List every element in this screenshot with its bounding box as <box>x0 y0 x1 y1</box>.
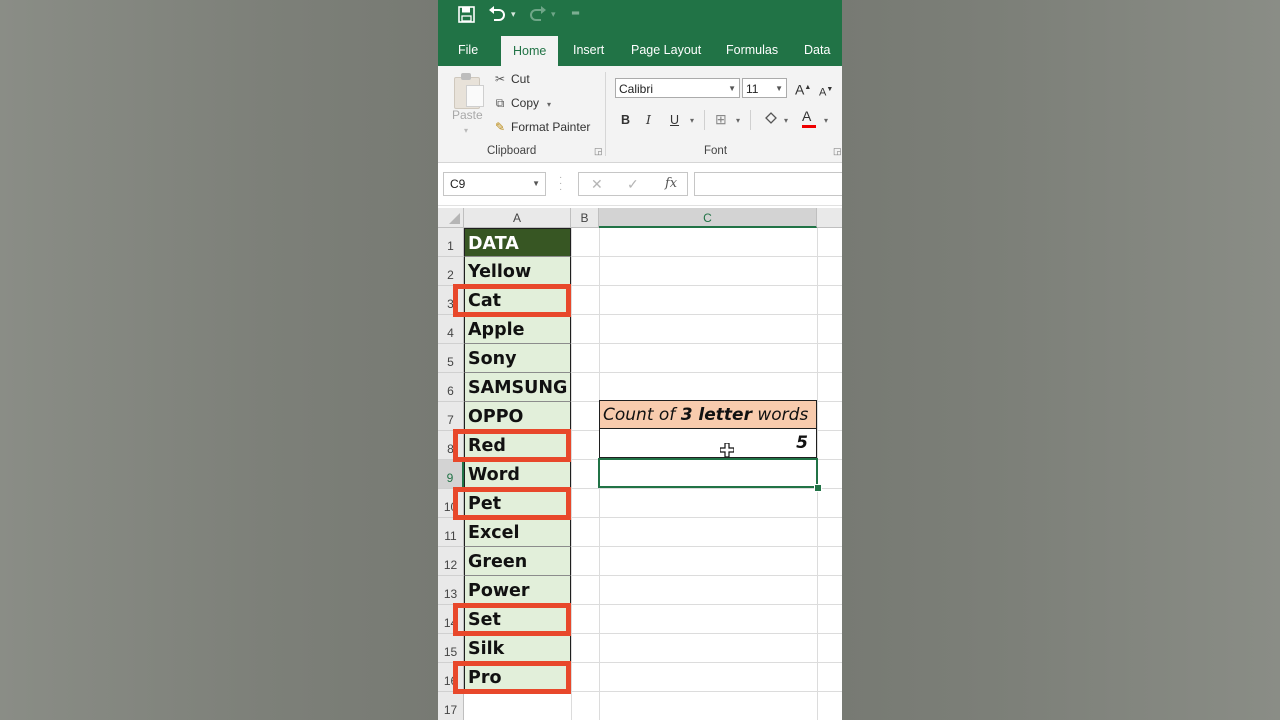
scissors-icon: ✂ <box>494 72 506 86</box>
column-header-c[interactable]: C <box>599 208 817 228</box>
fill-handle[interactable] <box>814 484 822 492</box>
cut-button[interactable]: ✂ Cut <box>492 72 530 86</box>
column-header-b[interactable]: B <box>571 208 599 228</box>
enter-icon[interactable]: ✓ <box>627 173 639 195</box>
cancel-icon[interactable]: ✕ <box>591 173 603 195</box>
borders-icon[interactable]: ⊞ <box>715 110 727 128</box>
format-painter-button[interactable]: ✎ Format Painter <box>492 120 590 134</box>
formula-buttons: ✕ ✓ fx <box>578 172 688 196</box>
undo-dropdown-icon[interactable]: ▾ <box>511 9 516 20</box>
highlight-box <box>453 603 571 636</box>
shrink-font-button[interactable]: A▼ <box>819 81 833 102</box>
column-header-a[interactable]: A <box>464 208 571 228</box>
tab-insert[interactable]: Insert <box>573 34 604 66</box>
chevron-down-icon: ▼ <box>728 84 736 93</box>
tab-data[interactable]: Data <box>804 34 830 66</box>
row-header[interactable]: 13 <box>438 576 464 605</box>
row-header[interactable]: 15 <box>438 634 464 663</box>
data-cell[interactable]: Yellow <box>464 257 571 286</box>
row-header[interactable]: 11 <box>438 518 464 547</box>
data-cell[interactable]: Apple <box>464 315 571 344</box>
tab-home[interactable]: Home <box>501 36 559 66</box>
fill-color-icon[interactable] <box>763 110 779 133</box>
fill-color-dropdown-icon[interactable]: ▾ <box>784 112 788 130</box>
paste-dropdown-icon[interactable]: ▾ <box>464 126 468 135</box>
customize-qat-icon[interactable]: ═ <box>572 8 579 19</box>
result-cell-c8[interactable]: 5 <box>599 429 817 458</box>
bold-button[interactable]: B <box>621 111 630 129</box>
row-header[interactable]: 7 <box>438 402 464 431</box>
highlight-box <box>453 429 571 462</box>
data-cell[interactable]: Word <box>464 460 571 489</box>
row-header[interactable]: 9 <box>438 460 464 489</box>
highlight-box <box>453 661 571 694</box>
borders-dropdown-icon[interactable]: ▾ <box>736 112 740 130</box>
header-cell-a1[interactable]: DATA <box>464 228 571 257</box>
excel-window: ▾ ▾ ═ File Home Insert Page Layout Formu… <box>438 0 842 720</box>
formula-input[interactable] <box>694 172 842 196</box>
font-color-dropdown-icon[interactable]: ▾ <box>824 112 828 130</box>
row-header[interactable]: 12 <box>438 547 464 576</box>
ribbon-home: Paste ▾ ✂ Cut ⧉ Copy ▾ ✎ Format Painter Clip… <box>438 66 842 163</box>
paste-button[interactable]: Paste <box>452 108 483 122</box>
chevron-down-icon: ▼ <box>775 84 783 93</box>
copy-button[interactable]: ⧉ Copy ▾ <box>492 96 551 111</box>
row-header[interactable]: 5 <box>438 344 464 373</box>
grow-font-button[interactable]: A▲ <box>795 79 811 99</box>
paste-icon[interactable] <box>454 73 484 109</box>
group-separator <box>605 72 606 156</box>
label-cell-c7[interactable]: Count of 3 letter words <box>599 400 817 429</box>
formula-bar: C9 ▼ · · · ✕ ✓ fx <box>438 163 842 206</box>
save-icon[interactable] <box>458 6 475 29</box>
data-cell[interactable]: Sony <box>464 344 571 373</box>
gridline <box>571 228 572 720</box>
row-header[interactable]: 4 <box>438 315 464 344</box>
copy-dropdown-icon[interactable]: ▾ <box>547 100 551 109</box>
select-all-button[interactable] <box>438 208 464 228</box>
background-left <box>0 0 438 720</box>
insert-function-icon[interactable]: fx <box>665 173 677 195</box>
data-cell[interactable]: Green <box>464 547 571 576</box>
tab-formulas[interactable]: Formulas <box>726 34 778 66</box>
chevron-down-icon: ▼ <box>532 179 540 188</box>
resize-handle-icon[interactable]: · · · <box>559 173 562 195</box>
row-header[interactable]: 2 <box>438 257 464 286</box>
undo-icon[interactable] <box>488 6 506 28</box>
copy-icon: ⧉ <box>495 96 505 110</box>
font-color-icon[interactable]: A <box>802 108 816 128</box>
redo-icon[interactable] <box>529 6 547 28</box>
redo-dropdown-icon[interactable]: ▾ <box>551 9 556 20</box>
row-header[interactable]: 17 <box>438 692 464 720</box>
highlight-box <box>453 284 571 317</box>
data-cell[interactable]: SAMSUNG <box>464 373 571 402</box>
worksheet-grid[interactable]: A B C 123456789101112131415161718DATAYel… <box>438 208 842 720</box>
active-cell-c9[interactable] <box>598 458 818 488</box>
column-header-d[interactable] <box>817 208 842 228</box>
clipboard-group-label: Clipboard <box>487 145 537 157</box>
ribbon-tabs: File Home Insert Page Layout Formulas Da… <box>438 34 842 66</box>
data-cell[interactable]: Silk <box>464 634 571 663</box>
data-cell[interactable]: Power <box>464 576 571 605</box>
row-header[interactable]: 6 <box>438 373 464 402</box>
clipboard-launcher-icon[interactable]: ◲ <box>594 146 603 157</box>
data-cell[interactable]: Excel <box>464 518 571 547</box>
background-right <box>842 0 1280 720</box>
quick-access-toolbar: ▾ ▾ ═ <box>438 0 842 34</box>
paintbrush-icon: ✎ <box>494 120 506 134</box>
font-launcher-icon[interactable]: ◲ <box>833 146 842 157</box>
font-family-select[interactable]: Calibri ▼ <box>615 78 740 98</box>
underline-dropdown-icon[interactable]: ▾ <box>690 112 694 130</box>
highlight-box <box>453 487 571 520</box>
tab-file[interactable]: File <box>458 34 478 66</box>
row-header[interactable]: 1 <box>438 228 464 257</box>
underline-button[interactable]: U <box>670 111 679 129</box>
name-box[interactable]: C9 ▼ <box>443 172 546 196</box>
cell-cursor-icon <box>720 443 734 457</box>
font-group-label: Font <box>704 145 728 157</box>
data-cell[interactable]: OPPO <box>464 402 571 431</box>
font-size-select[interactable]: 11 ▼ <box>742 78 787 98</box>
italic-button[interactable]: I <box>646 111 651 129</box>
tab-page-layout[interactable]: Page Layout <box>631 34 701 66</box>
